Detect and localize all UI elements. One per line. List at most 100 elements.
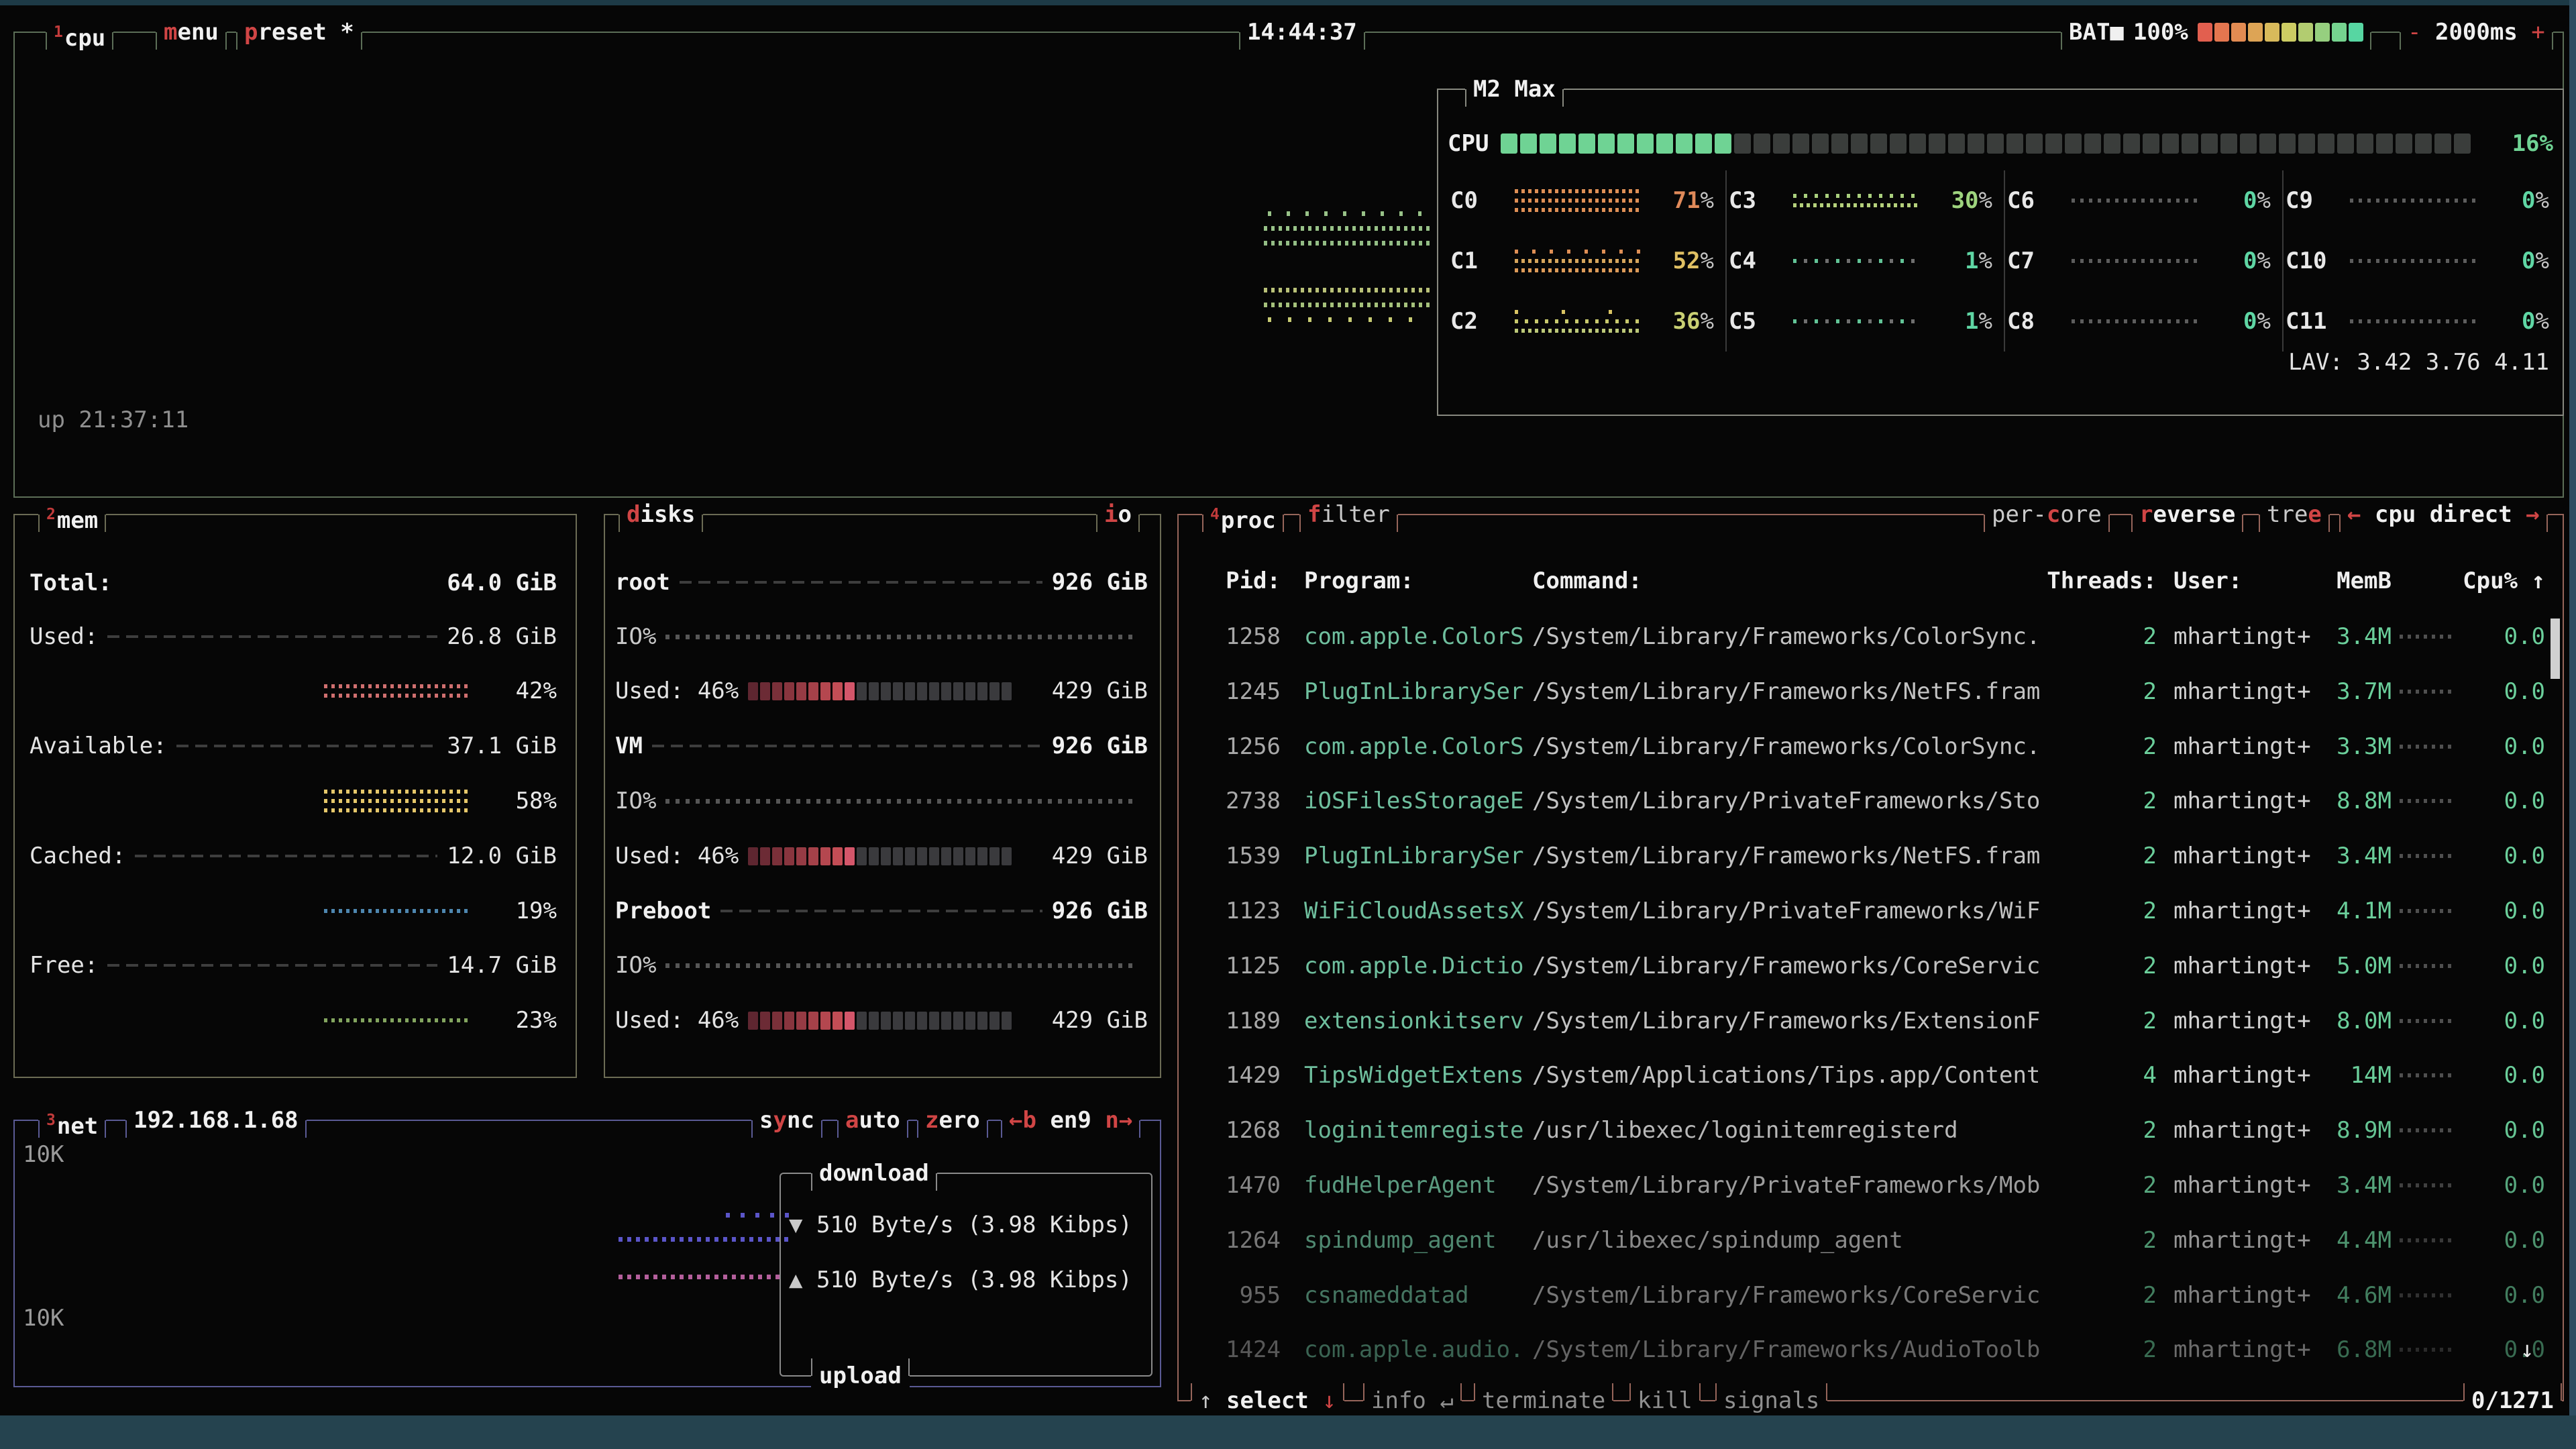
iface-name: en9 bbox=[1050, 1107, 1091, 1134]
net-scale-top: 10K bbox=[23, 1140, 64, 1169]
process-scrollbar[interactable] bbox=[2551, 619, 2560, 679]
mem-free-graph-row: 23% bbox=[30, 1004, 557, 1036]
process-row[interactable]: 1189extensionkitserv/System/Library/Fram… bbox=[1200, 1005, 2545, 1037]
cpu-total-bar bbox=[1501, 133, 2474, 154]
process-row[interactable]: 1429TipsWidgetExtens/System/Applications… bbox=[1200, 1059, 2545, 1091]
core-c5: C51% bbox=[1723, 291, 2002, 352]
filter-button[interactable]: filter bbox=[1299, 498, 1398, 531]
desktop-edge-bottom bbox=[0, 1415, 2576, 1449]
cpu-model-title: M2 Max bbox=[1465, 72, 1564, 106]
desktop-edge-right bbox=[2569, 0, 2576, 1449]
refresh-rate-control: - 2000ms + bbox=[2400, 15, 2553, 49]
process-row[interactable]: 1245PlugInLibrarySer/System/Library/Fram… bbox=[1200, 676, 2545, 708]
process-row[interactable]: 1123WiFiCloudAssetsX/System/Library/Priv… bbox=[1200, 895, 2545, 927]
dash-filler bbox=[107, 964, 437, 967]
mem-available-graph-row: 58% bbox=[30, 785, 557, 817]
process-row[interactable]: 1256com.apple.ColorS/System/Library/Fram… bbox=[1200, 731, 2545, 763]
battery-block bbox=[2282, 23, 2296, 42]
refresh-rate-value: 2000ms bbox=[2435, 19, 2518, 46]
cpu-box-title[interactable]: 1cpu bbox=[46, 15, 113, 49]
download-arrow-icon: ▼ bbox=[789, 1212, 802, 1238]
iface-next-button[interactable]: n→ bbox=[1105, 1107, 1132, 1134]
core-column-divider bbox=[2282, 170, 2284, 352]
disk-used-row: Used: 46%429 GiB bbox=[615, 840, 1148, 872]
core-c0: C071% bbox=[1445, 170, 1723, 231]
core-column-divider bbox=[2004, 170, 2005, 352]
mem-dots-filler bbox=[2400, 1073, 2453, 1077]
info-button[interactable]: info ↵ bbox=[1363, 1384, 1462, 1417]
disk-used-bar bbox=[748, 1012, 1012, 1030]
mem-cached-graph-row: 19% bbox=[30, 895, 557, 927]
mem-dots-filler bbox=[2400, 635, 2453, 639]
terminate-button[interactable]: terminate bbox=[1474, 1384, 1613, 1417]
sort-next-button[interactable]: → bbox=[2526, 501, 2539, 528]
disk-name-row: VM926 GiB bbox=[615, 730, 1148, 762]
core-usage-graph bbox=[2072, 186, 2197, 215]
core-usage-graph bbox=[1515, 186, 1640, 215]
net-sync-toggle[interactable]: sync bbox=[751, 1104, 822, 1137]
kill-button[interactable]: kill bbox=[1629, 1384, 1701, 1417]
core-usage-graph bbox=[2072, 246, 2197, 276]
io-graph bbox=[665, 963, 1138, 968]
disks-io-toggle[interactable]: io bbox=[1096, 498, 1140, 531]
core-usage-graph bbox=[2350, 246, 2475, 276]
net-zero-toggle[interactable]: zero bbox=[917, 1104, 988, 1137]
battery-block bbox=[2265, 23, 2279, 42]
down-arrow-icon: ↓ bbox=[1322, 1387, 1336, 1414]
disk-name-row: Preboot926 GiB bbox=[615, 895, 1148, 927]
core-usage-graph bbox=[2350, 307, 2475, 336]
cpu-history-graph bbox=[1264, 303, 1430, 307]
mem-dots-filler bbox=[2400, 690, 2453, 694]
cpu-history-graph bbox=[1268, 211, 1429, 216]
cpu-history-graph bbox=[1264, 288, 1430, 292]
mem-dots-filler bbox=[2400, 745, 2453, 749]
process-box: 4proc filter per-core reverse tree ← cpu… bbox=[1177, 514, 2564, 1401]
upload-arrow-icon: ▲ bbox=[789, 1267, 802, 1293]
process-row[interactable]: 955csnameddatad/System/Library/Framework… bbox=[1200, 1279, 2545, 1311]
net-auto-toggle[interactable]: auto bbox=[837, 1104, 908, 1137]
per-core-toggle[interactable]: per-core bbox=[1984, 498, 2110, 531]
mem-used-graph bbox=[324, 676, 470, 706]
select-control[interactable]: ↑ select ↓ bbox=[1191, 1384, 1344, 1417]
process-row[interactable]: 1470fudHelperAgent/System/Library/Privat… bbox=[1200, 1169, 2545, 1201]
preset-button[interactable]: preset * bbox=[236, 15, 362, 49]
signals-button[interactable]: signals bbox=[1715, 1384, 1827, 1417]
reverse-toggle[interactable]: reverse bbox=[2131, 498, 2243, 531]
process-box-title[interactable]: 4proc bbox=[1202, 498, 1284, 531]
process-row[interactable]: 1539PlugInLibrarySer/System/Library/Fram… bbox=[1200, 840, 2545, 872]
desktop-edge-top bbox=[0, 0, 2576, 5]
process-row[interactable]: 1258com.apple.ColorS/System/Library/Fram… bbox=[1200, 621, 2545, 653]
disk-used-row: Used: 46%429 GiB bbox=[615, 1004, 1148, 1036]
selection-position: 0/1271 bbox=[2463, 1384, 2562, 1417]
process-row[interactable]: 1268loginitemregiste/usr/libexec/loginit… bbox=[1200, 1114, 2545, 1146]
ip-address: 192.168.1.68 bbox=[125, 1104, 307, 1137]
mem-dots-filler bbox=[2400, 909, 2453, 913]
download-speed: ▼ 510 Byte/s (3.98 Kibps) bbox=[789, 1209, 1132, 1241]
net-interface-switcher[interactable]: ←b en9 n→ bbox=[1001, 1104, 1140, 1137]
memory-box-title[interactable]: 2mem bbox=[38, 498, 106, 531]
clock: 14:44:37 bbox=[1239, 15, 1365, 49]
refresh-minus-button[interactable]: - bbox=[2408, 19, 2421, 46]
mem-dots-filler bbox=[2400, 1348, 2453, 1352]
mem-dots-filler bbox=[2400, 1128, 2453, 1132]
cores-grid: C071%C152%C236%C330%C41%C51%C60%C70%C80%… bbox=[1445, 170, 2559, 352]
network-box-title[interactable]: 3net bbox=[38, 1104, 106, 1137]
dash-filler bbox=[176, 745, 438, 747]
menu-button[interactable]: menu bbox=[156, 15, 227, 49]
battery-block bbox=[2248, 23, 2263, 42]
iface-prev-button[interactable]: ←b bbox=[1009, 1107, 1036, 1134]
core-c8: C80% bbox=[2002, 291, 2280, 352]
sort-column-switcher[interactable]: ← cpu direct → bbox=[2339, 498, 2548, 531]
refresh-plus-button[interactable]: + bbox=[2531, 19, 2544, 46]
process-row[interactable]: 1264spindump_agent/usr/libexec/spindump_… bbox=[1200, 1224, 2545, 1256]
disks-box-title[interactable]: disks bbox=[619, 498, 703, 531]
process-row[interactable]: 1125com.apple.Dictio/System/Library/Fram… bbox=[1200, 950, 2545, 982]
sort-indicator[interactable]: Cpu% ↑ bbox=[2461, 568, 2545, 594]
process-row[interactable]: 2738iOSFilesStorageE/System/Library/Priv… bbox=[1200, 785, 2545, 817]
tree-toggle[interactable]: tree bbox=[2259, 498, 2330, 531]
io-graph bbox=[665, 635, 1138, 639]
core-c9: C90% bbox=[2280, 170, 2559, 231]
sort-prev-button[interactable]: ← bbox=[2347, 501, 2361, 528]
process-row[interactable]: 1424com.apple.audio./System/Library/Fram… bbox=[1200, 1334, 2545, 1366]
core-c11: C110% bbox=[2280, 291, 2559, 352]
